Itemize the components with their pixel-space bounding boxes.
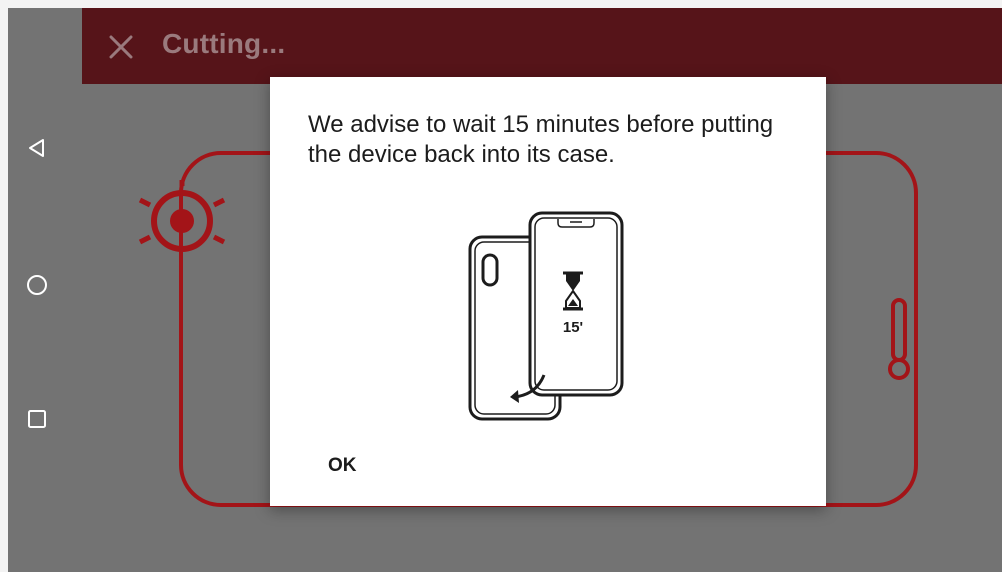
ok-button[interactable]: OK: [322, 451, 363, 481]
phone-into-case-icon: 15': [468, 211, 624, 421]
home-button[interactable]: [22, 270, 52, 300]
app-bar: Cutting...: [82, 8, 1002, 84]
timer-label: 15': [563, 319, 583, 336]
square-recents-icon: [28, 410, 46, 428]
dialog-message: We advise to wait 15 minutes before putt…: [308, 111, 774, 168]
recent-apps-button[interactable]: [22, 404, 52, 434]
close-button[interactable]: [106, 32, 136, 62]
back-button[interactable]: [22, 133, 52, 163]
advice-dialog: We advise to wait 15 minutes before putt…: [270, 77, 826, 506]
close-icon: [109, 35, 133, 59]
page-title: Cutting...: [162, 28, 286, 59]
circle-home-icon: [27, 275, 47, 295]
triangle-back-icon: [29, 139, 44, 157]
